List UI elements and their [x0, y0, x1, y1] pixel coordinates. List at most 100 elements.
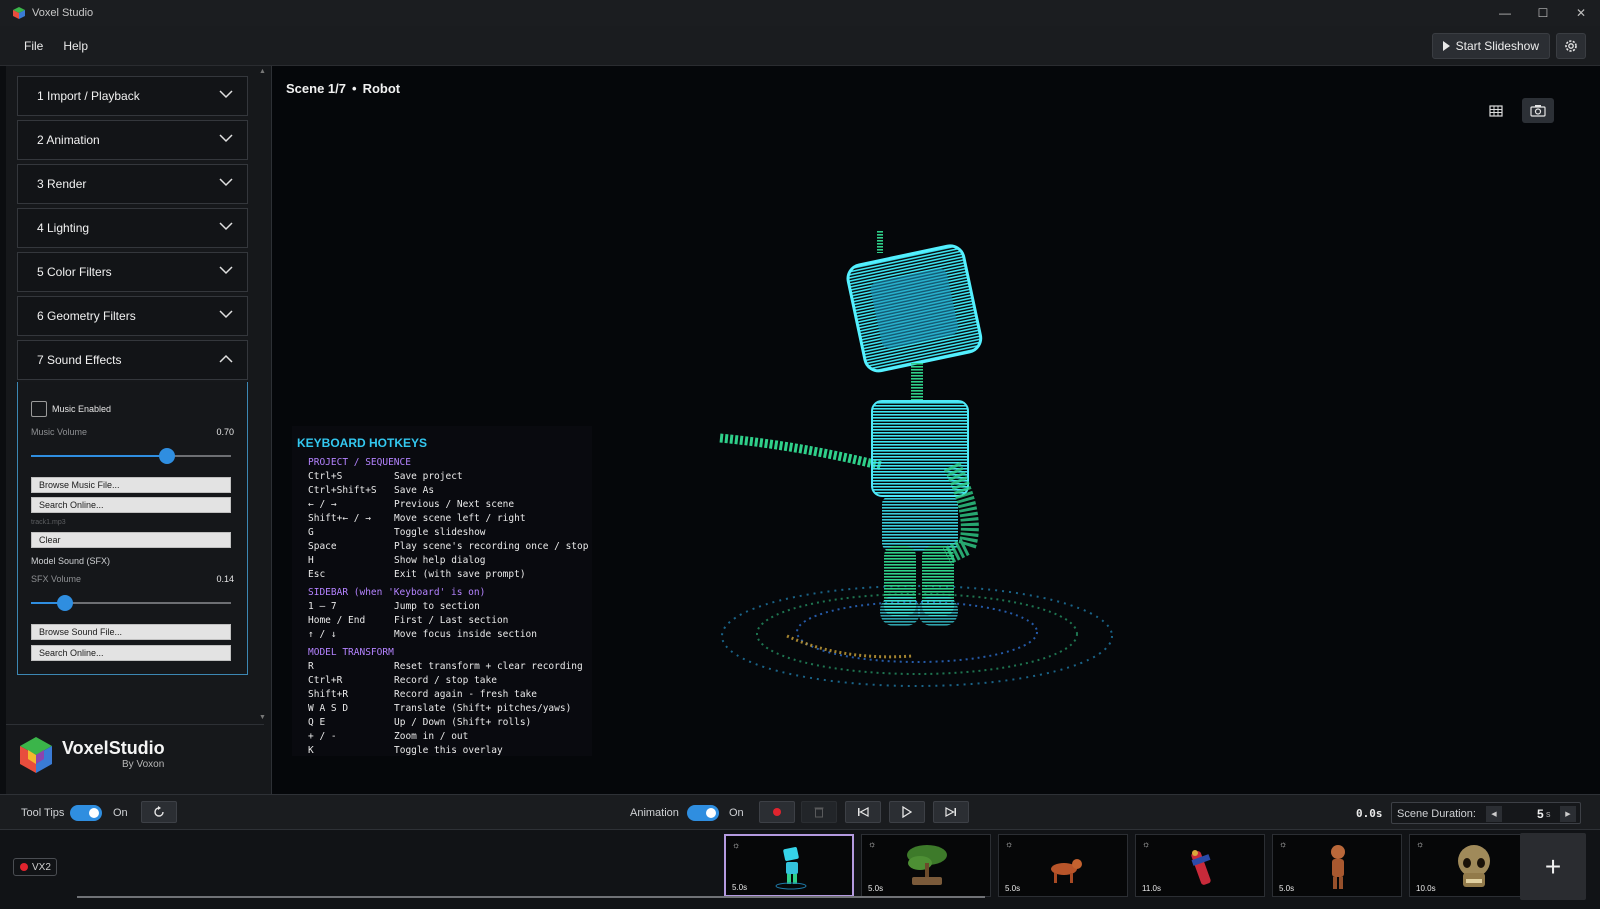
delete-recording-button[interactable] — [801, 801, 837, 823]
scene-thumbnail[interactable]: ☼ 5.0s — [998, 834, 1128, 897]
search-online-music-button[interactable]: Search Online... — [31, 497, 231, 513]
hotkey-key: Shift+← / → — [308, 513, 371, 524]
chevron-down-icon — [219, 90, 233, 99]
tooltips-label: Tool Tips — [21, 807, 65, 819]
hotkey-key: R — [308, 661, 314, 672]
lightbulb-icon: ☼ — [1416, 839, 1425, 849]
record-dot-icon — [20, 863, 28, 871]
hotkey-key: Ctrl+S — [308, 471, 343, 482]
sidebar-scroll-up[interactable]: ▲ — [259, 68, 269, 76]
previous-scene-button[interactable] — [845, 801, 881, 823]
3d-viewport[interactable]: Scene 1/7 • Robot KEYBOARD HOTKEYS PROJE… — [272, 66, 1600, 794]
scene-thumbnail[interactable]: ☼ 5.0s — [1272, 834, 1402, 897]
hotkey-key: ← / → — [308, 499, 337, 510]
figure-thumbnail-image — [1191, 850, 1211, 885]
browse-music-button[interactable]: Browse Music File... — [31, 477, 231, 493]
browse-sound-button[interactable]: Browse Sound File... — [31, 624, 231, 640]
chevron-down-icon — [219, 310, 233, 319]
hotkey-key: + / - — [308, 731, 337, 742]
control-bar: Tool Tips On Animation On 0.0s Scene Dur… — [0, 794, 1600, 830]
slider-thumb[interactable] — [57, 595, 73, 611]
music-volume-slider[interactable] — [31, 448, 231, 464]
reset-button[interactable] — [141, 801, 177, 823]
section-label: 3 Render — [37, 177, 87, 191]
scene-duration: 11.0s — [1142, 884, 1161, 893]
hotkey-desc: Record / stop take — [394, 675, 497, 686]
hotkey-key: Esc — [308, 569, 326, 580]
start-slideshow-button[interactable]: Start Slideshow — [1431, 33, 1550, 59]
section-label: 5 Color Filters — [37, 265, 112, 279]
add-scene-button[interactable]: + — [1520, 833, 1586, 900]
scene-duration: 5.0s — [1005, 884, 1021, 893]
next-scene-button[interactable] — [933, 801, 969, 823]
dog-thumbnail-image — [1051, 859, 1082, 883]
scene-title: Scene 1/7 • Robot — [286, 81, 400, 96]
music-file-name: track1.mp3 — [31, 519, 66, 526]
timeline-scrollbar[interactable] — [77, 896, 985, 898]
play-button[interactable] — [889, 801, 925, 823]
hotkey-key: Q E — [308, 717, 326, 728]
grid-icon — [1489, 105, 1503, 117]
scene-duration-unit: s — [1546, 809, 1551, 819]
section-color-filters[interactable]: 5 Color Filters — [17, 252, 248, 292]
hotkey-group-heading: MODEL TRANSFORM — [308, 647, 394, 658]
hotkey-desc: Previous / Next scene — [394, 499, 515, 510]
menu-help[interactable]: Help — [63, 39, 88, 53]
grid-toggle-button[interactable] — [1484, 101, 1508, 121]
tooltips-state: On — [113, 807, 128, 819]
device-indicator[interactable]: VX2 — [13, 858, 57, 876]
groot-thumbnail-image — [1331, 845, 1345, 889]
hotkey-key: H — [308, 555, 314, 566]
music-enabled-label: Music Enabled — [52, 404, 112, 414]
sfx-volume-slider[interactable] — [31, 595, 231, 611]
music-volume-label: Music Volume — [31, 427, 88, 437]
menu-file[interactable]: File — [24, 39, 43, 53]
lightbulb-icon: ☼ — [1142, 839, 1151, 849]
slider-thumb[interactable] — [159, 448, 175, 464]
duration-increase-button[interactable]: ▶ — [1560, 806, 1576, 822]
hotkey-key: Shift+R — [308, 689, 349, 700]
scene-thumbnail[interactable]: ☼ 5.0s — [861, 834, 991, 897]
section-animation[interactable]: 2 Animation — [17, 120, 248, 160]
scene-timeline: VX2 ☼ 5.0s ☼ 5.0s ☼ 5.0s ☼ 11.0s ☼ 5.0s … — [0, 830, 1600, 909]
search-online-sound-button[interactable]: Search Online... — [31, 645, 231, 661]
music-enabled-checkbox[interactable] — [31, 401, 47, 417]
scene-duration-control: Scene Duration: ◀ 5 s ▶ — [1391, 802, 1581, 824]
hotkey-desc: Toggle this overlay — [394, 745, 503, 756]
tooltips-toggle[interactable] — [70, 805, 102, 821]
hotkey-key: 1 – 7 — [308, 601, 337, 612]
hotkey-desc: Exit (with save prompt) — [394, 569, 526, 580]
animation-toggle[interactable] — [687, 805, 719, 821]
section-label: 1 Import / Playback — [37, 89, 140, 103]
play-icon — [1442, 41, 1450, 51]
close-button[interactable]: ✕ — [1562, 0, 1600, 26]
settings-button[interactable] — [1556, 33, 1586, 59]
section-render[interactable]: 3 Render — [17, 164, 248, 204]
music-enabled-row[interactable]: Music Enabled — [31, 401, 111, 417]
section-import-playback[interactable]: 1 Import / Playback — [17, 76, 248, 116]
clear-music-button[interactable]: Clear — [31, 532, 231, 548]
hotkey-desc: Translate (Shift+ pitches/yaws) — [394, 703, 572, 714]
scene-duration-value[interactable]: 5 — [1537, 807, 1544, 821]
title-bar: Voxel Studio — ☐ ✕ — [0, 0, 1600, 26]
sidebar-scroll-down[interactable]: ▼ — [259, 714, 269, 722]
duration-decrease-button[interactable]: ◀ — [1486, 806, 1502, 822]
scene-thumbnail[interactable]: ☼ 11.0s — [1135, 834, 1265, 897]
minimize-button[interactable]: — — [1486, 0, 1524, 26]
maximize-button[interactable]: ☐ — [1524, 0, 1562, 26]
hotkey-desc: Record again - fresh take — [394, 689, 537, 700]
section-sound-effects[interactable]: 7 Sound Effects — [17, 340, 248, 380]
scene-duration: 10.0s — [1416, 884, 1436, 893]
gear-icon — [1565, 40, 1577, 52]
skip-forward-icon — [945, 807, 956, 817]
refresh-icon — [154, 806, 164, 817]
record-button[interactable] — [759, 801, 795, 823]
lightbulb-icon: ☼ — [868, 839, 877, 849]
screenshot-button[interactable] — [1522, 98, 1554, 123]
section-label: 7 Sound Effects — [37, 353, 122, 367]
scene-duration: 5.0s — [868, 884, 884, 893]
section-geometry-filters[interactable]: 6 Geometry Filters — [17, 296, 248, 336]
sound-effects-panel: Music Enabled Music Volume 0.70 Browse M… — [17, 382, 248, 675]
section-lighting[interactable]: 4 Lighting — [17, 208, 248, 248]
scene-thumbnail[interactable]: ☼ 5.0s — [724, 834, 854, 897]
